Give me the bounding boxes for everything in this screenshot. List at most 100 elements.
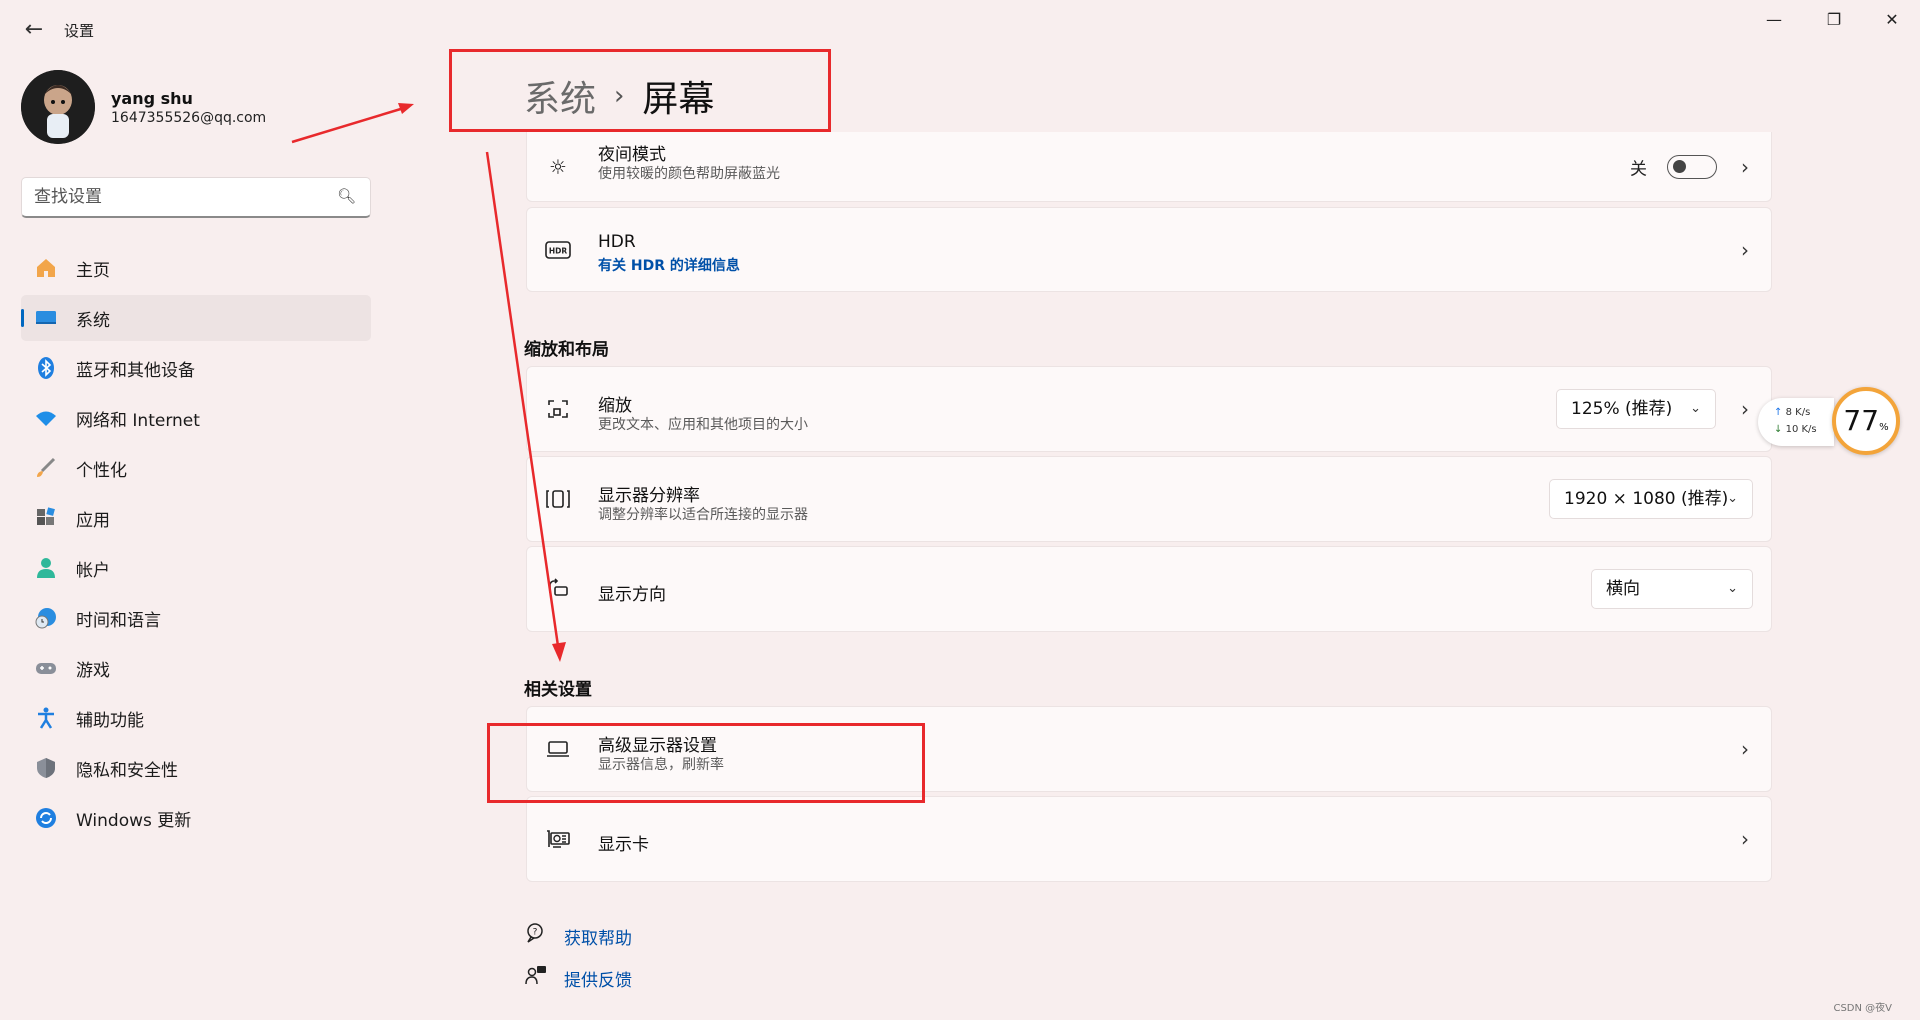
sidebar-item-privacy[interactable]: 隐私和安全性: [21, 745, 371, 791]
user-email: 1647355526@qq.com: [111, 110, 267, 126]
hdr-card[interactable]: HDR HDR 有关 HDR 的详细信息 ›: [526, 207, 1772, 292]
search-icon[interactable]: 🔍︎: [337, 187, 356, 205]
sidebar-item-accessibility[interactable]: 辅助功能: [21, 695, 371, 741]
download-speed-unit: K/s: [1801, 424, 1817, 435]
sidebar-item-label: 隐私和安全性: [76, 760, 178, 781]
upload-speed-value: 8: [1785, 407, 1792, 418]
chevron-right-icon[interactable]: ›: [1741, 155, 1749, 179]
resolution-icon: [545, 486, 571, 512]
sidebar-item-accounts[interactable]: 帐户: [21, 545, 371, 591]
brush-icon: [32, 454, 60, 482]
bluetooth-icon: [32, 354, 60, 382]
sidebar-item-personalization[interactable]: 个性化: [21, 445, 371, 491]
svg-text:HDR: HDR: [549, 246, 568, 255]
chevron-down-icon: ⌄: [1727, 491, 1738, 506]
night-light-title: 夜间模式: [598, 145, 666, 165]
avatar[interactable]: [21, 70, 95, 144]
scale-dropdown[interactable]: 125% (推荐) ⌄: [1556, 389, 1716, 429]
get-help-link[interactable]: 获取帮助: [564, 924, 632, 949]
scale-icon: [545, 396, 571, 422]
section-heading-scale-layout: 缩放和布局: [524, 340, 609, 360]
section-heading-related: 相关设置: [524, 680, 592, 700]
help-icon: ?: [524, 922, 548, 946]
scale-title: 缩放: [598, 396, 632, 416]
sidebar-item-windows-update[interactable]: Windows 更新: [21, 795, 371, 841]
search-input[interactable]: [34, 178, 324, 215]
upload-arrow-icon: ↑: [1774, 407, 1783, 418]
resolution-dropdown[interactable]: 1920 × 1080 (推荐) ⌄: [1549, 479, 1753, 519]
sidebar-item-label: 帐户: [76, 560, 110, 581]
memory-usage-gauge[interactable]: 77%: [1832, 387, 1900, 455]
brightness-icon: ☼: [549, 154, 567, 179]
sidebar-item-network[interactable]: 网络和 Internet: [21, 395, 371, 441]
night-light-toggle-label: 关: [1630, 159, 1647, 179]
sidebar: 主页 系统 蓝牙和其他设备 网络和 Internet 个性化 应用 帐户 时间和…: [21, 245, 371, 845]
hdr-info-link[interactable]: 有关 HDR 的详细信息: [598, 255, 740, 275]
sidebar-item-label: Windows 更新: [76, 810, 192, 831]
hdr-title: HDR: [598, 232, 636, 252]
window-title: 设置: [64, 22, 95, 40]
sidebar-item-label: 主页: [76, 260, 110, 281]
account-icon: [32, 554, 60, 582]
sidebar-item-apps[interactable]: 应用: [21, 495, 371, 541]
upload-speed: ↑ 8 K/s: [1774, 404, 1834, 421]
update-icon: [32, 804, 60, 832]
sidebar-item-time-language[interactable]: 时间和语言: [21, 595, 371, 641]
sidebar-item-home[interactable]: 主页: [21, 245, 371, 291]
annotation-box-breadcrumb: [449, 49, 831, 132]
search-box[interactable]: 🔍︎: [21, 177, 371, 218]
chevron-down-icon: ⌄: [1690, 401, 1701, 416]
graphics-card-title: 显示卡: [598, 835, 649, 855]
accessibility-icon: [32, 704, 60, 732]
sidebar-item-label: 系统: [76, 310, 110, 331]
orientation-dropdown[interactable]: 横向 ⌄: [1591, 569, 1753, 609]
sidebar-item-system[interactable]: 系统: [21, 295, 371, 341]
orientation-title: 显示方向: [598, 585, 666, 605]
back-arrow-icon[interactable]: ←: [22, 18, 46, 42]
scale-dropdown-value: 125% (推荐): [1571, 399, 1673, 419]
sidebar-item-label: 蓝牙和其他设备: [76, 360, 195, 381]
home-icon: [32, 254, 60, 282]
restore-icon[interactable]: ❐: [1814, 8, 1854, 32]
feedback-link[interactable]: 提供反馈: [564, 966, 632, 991]
network-speed-widget[interactable]: ↑ 8 K/s ↓ 10 K/s: [1758, 398, 1834, 446]
chevron-right-icon[interactable]: ›: [1741, 397, 1749, 421]
sidebar-item-label: 辅助功能: [76, 710, 144, 731]
resolution-card[interactable]: 显示器分辨率 调整分辨率以适合所连接的显示器 1920 × 1080 (推荐) …: [526, 456, 1772, 542]
chevron-down-icon: ⌄: [1727, 581, 1738, 596]
minimize-icon[interactable]: —: [1754, 8, 1794, 32]
resolution-subtitle: 调整分辨率以适合所连接的显示器: [598, 507, 808, 523]
scale-card[interactable]: 缩放 更改文本、应用和其他项目的大小 125% (推荐) ⌄ ›: [526, 366, 1772, 452]
sidebar-item-bluetooth[interactable]: 蓝牙和其他设备: [21, 345, 371, 391]
chevron-right-icon[interactable]: ›: [1741, 827, 1749, 851]
wifi-icon: [32, 404, 60, 432]
sidebar-item-label: 个性化: [76, 460, 127, 481]
scale-subtitle: 更改文本、应用和其他项目的大小: [598, 417, 808, 433]
resolution-title: 显示器分辨率: [598, 486, 700, 506]
night-light-toggle[interactable]: [1667, 154, 1717, 179]
resolution-dropdown-value: 1920 × 1080 (推荐): [1564, 489, 1729, 509]
user-name: yang shu: [111, 89, 193, 108]
night-light-card[interactable]: ☼ 夜间模式 使用较暖的颜色帮助屏蔽蓝光 关 ›: [526, 132, 1772, 202]
gauge-unit: %: [1879, 422, 1889, 433]
sidebar-item-gaming[interactable]: 游戏: [21, 645, 371, 691]
sidebar-item-label: 游戏: [76, 660, 110, 681]
gpu-icon: [545, 826, 571, 852]
chevron-right-icon[interactable]: ›: [1741, 737, 1749, 761]
orientation-card[interactable]: 显示方向 横向 ⌄: [526, 546, 1772, 632]
watermark: CSDN @夜V: [1833, 1003, 1892, 1014]
gamepad-icon: [32, 654, 60, 682]
close-icon[interactable]: ✕: [1872, 8, 1912, 32]
hdr-icon: HDR: [545, 237, 571, 263]
annotation-arrowhead: [398, 103, 414, 114]
sidebar-item-label: 网络和 Internet: [76, 410, 200, 431]
annotation-box-advanced: [487, 723, 925, 803]
feedback-icon: [524, 964, 548, 988]
graphics-card[interactable]: 显示卡 ›: [526, 796, 1772, 882]
night-light-subtitle: 使用较暖的颜色帮助屏蔽蓝光: [598, 166, 780, 182]
title-bar: ← 设置 — ❐ ✕: [0, 0, 1920, 60]
chevron-right-icon[interactable]: ›: [1741, 238, 1749, 262]
clock-globe-icon: [32, 604, 60, 632]
orientation-dropdown-value: 横向: [1606, 579, 1640, 599]
upload-speed-unit: K/s: [1795, 407, 1811, 418]
